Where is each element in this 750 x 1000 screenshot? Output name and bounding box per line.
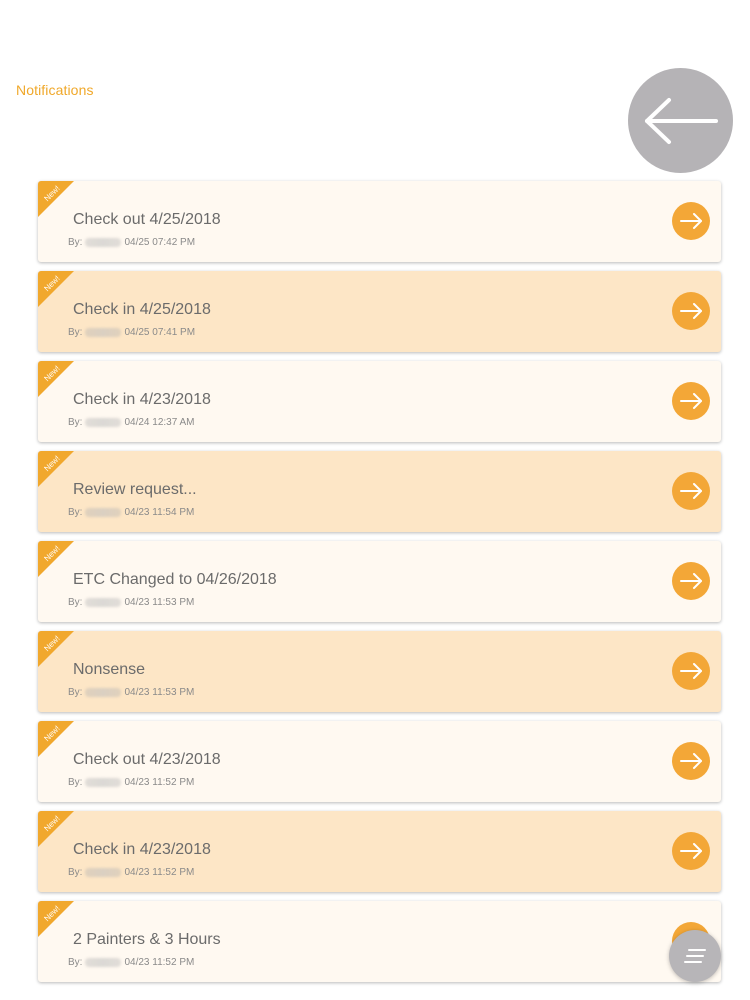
open-notification-button[interactable]	[672, 652, 710, 690]
arrow-right-icon	[680, 663, 702, 679]
by-label: By:	[68, 777, 83, 788]
notification-card[interactable]: New! Check out 4/23/2018 By: 04/23 11:52…	[38, 721, 721, 802]
notification-title: Review request...	[73, 481, 197, 498]
by-label: By:	[68, 957, 83, 968]
notification-timestamp: 04/23 11:54 PM	[124, 507, 195, 518]
page-title: Notifications	[16, 82, 94, 98]
notification-title: Nonsense	[73, 661, 146, 678]
notification-timestamp: 04/25 07:42 PM	[124, 237, 196, 248]
notification-timestamp: 04/23 11:52 PM	[124, 777, 195, 788]
notification-title: ETC Changed to 04/26/2018	[73, 571, 277, 588]
notification-title: Check in 4/23/2018	[73, 391, 211, 408]
arrow-right-icon	[680, 213, 702, 229]
open-notification-button[interactable]	[672, 382, 710, 420]
notification-meta: By: 04/24 12:37 AM	[68, 417, 195, 428]
redacted-name	[85, 778, 122, 787]
notification-title: Check out 4/23/2018	[73, 751, 221, 768]
redacted-name	[85, 238, 122, 247]
notification-meta: By: 04/23 11:52 PM	[68, 867, 194, 878]
notification-list: New! Check out 4/25/2018 By: 04/25 07:42…	[38, 181, 721, 991]
redacted-name	[85, 598, 122, 607]
notification-card[interactable]: New! Check in 4/25/2018 By: 04/25 07:41 …	[38, 271, 721, 352]
open-notification-button[interactable]	[672, 832, 710, 870]
new-badge: New!	[38, 631, 74, 667]
by-label: By:	[68, 687, 83, 698]
new-badge: New!	[38, 451, 74, 487]
notification-card[interactable]: New! Review request... By: 04/23 11:54 P…	[38, 451, 721, 532]
redacted-name	[85, 418, 122, 427]
new-badge: New!	[38, 721, 74, 757]
arrow-right-icon	[680, 573, 702, 589]
open-notification-button[interactable]	[672, 472, 710, 510]
notification-card[interactable]: New! Check in 4/23/2018 By: 04/24 12:37 …	[38, 361, 721, 442]
notification-title: Check out 4/25/2018	[73, 211, 221, 228]
new-badge: New!	[38, 811, 74, 847]
by-label: By:	[68, 237, 83, 248]
redacted-name	[85, 508, 122, 517]
notification-card[interactable]: New! Check in 4/23/2018 By: 04/23 11:52 …	[38, 811, 721, 892]
arrow-right-icon	[680, 393, 702, 409]
new-badge: New!	[38, 901, 74, 937]
menu-fab-button[interactable]	[669, 930, 721, 982]
menu-lines-icon	[684, 949, 706, 963]
redacted-name	[85, 688, 122, 697]
notification-meta: By: 04/23 11:52 PM	[68, 957, 194, 968]
by-label: By:	[68, 417, 83, 428]
notification-meta: By: 04/23 11:52 PM	[68, 777, 194, 788]
open-notification-button[interactable]	[672, 292, 710, 330]
by-label: By:	[68, 507, 83, 518]
open-notification-button[interactable]	[672, 742, 710, 780]
notification-meta: By: 04/23 11:53 PM	[68, 597, 194, 608]
notification-timestamp: 04/23 11:52 PM	[124, 957, 195, 968]
arrow-right-icon	[680, 303, 702, 319]
back-button[interactable]	[628, 68, 733, 173]
open-notification-button[interactable]	[672, 202, 710, 240]
notification-card[interactable]: New! ETC Changed to 04/26/2018 By: 04/23…	[38, 541, 721, 622]
notification-card[interactable]: New! 2 Painters & 3 Hours By: 04/23 11:5…	[38, 901, 721, 982]
notification-card[interactable]: New! Nonsense By: 04/23 11:53 PM	[38, 631, 721, 712]
notification-meta: By: 04/25 07:42 PM	[68, 237, 195, 248]
notification-meta: By: 04/23 11:54 PM	[68, 507, 194, 518]
redacted-name	[85, 958, 122, 967]
by-label: By:	[68, 867, 83, 878]
redacted-name	[85, 868, 122, 877]
by-label: By:	[68, 327, 83, 338]
by-label: By:	[68, 597, 83, 608]
notification-timestamp: 04/24 12:37 AM	[124, 417, 195, 428]
notification-timestamp: 04/23 11:52 PM	[124, 867, 195, 878]
notification-title: Check in 4/23/2018	[73, 841, 211, 858]
arrow-right-icon	[680, 843, 702, 859]
new-badge: New!	[38, 361, 74, 397]
notification-title: 2 Painters & 3 Hours	[73, 931, 221, 948]
notification-timestamp: 04/25 07:41 PM	[124, 327, 196, 338]
new-badge: New!	[38, 181, 74, 217]
new-badge: New!	[38, 541, 74, 577]
arrow-left-icon	[644, 97, 718, 144]
notification-card[interactable]: New! Check out 4/25/2018 By: 04/25 07:42…	[38, 181, 721, 262]
open-notification-button[interactable]	[672, 562, 710, 600]
notification-meta: By: 04/25 07:41 PM	[68, 327, 195, 338]
notification-timestamp: 04/23 11:53 PM	[124, 687, 195, 698]
notification-timestamp: 04/23 11:53 PM	[124, 597, 195, 608]
redacted-name	[85, 328, 122, 337]
arrow-right-icon	[680, 483, 702, 499]
arrow-right-icon	[680, 753, 702, 769]
new-badge: New!	[38, 271, 74, 307]
notification-title: Check in 4/25/2018	[73, 301, 211, 318]
notification-meta: By: 04/23 11:53 PM	[68, 687, 194, 698]
